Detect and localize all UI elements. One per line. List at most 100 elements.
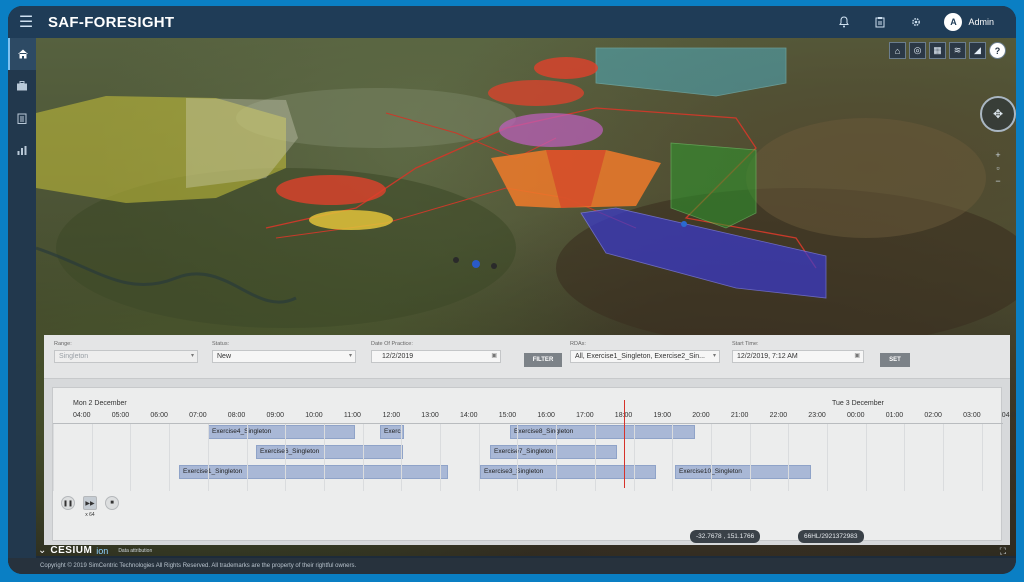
hour-label: 03:00: [963, 412, 981, 419]
hour-label: 09:00: [266, 412, 285, 419]
user-menu[interactable]: A Admin: [944, 13, 994, 31]
hour-label: 22:00: [769, 412, 788, 419]
hour-label: 13:00: [421, 412, 439, 419]
map-overlays: [36, 47, 1016, 338]
cesium-credit[interactable]: ⌄ CESIUM ion Data attribution: [38, 544, 152, 557]
exercise-bar[interactable]: Exercise8_Singleton: [510, 425, 695, 439]
exercise-bar[interactable]: Exercise4_Singleton: [208, 425, 355, 439]
grid-line: [981, 424, 983, 491]
data-attribution-link[interactable]: Data attribution: [118, 548, 152, 554]
rdas-select[interactable]: All, Exercise1_Singleton, Exercise2_Sin.…: [570, 350, 720, 363]
exercise-bar[interactable]: Exercise7_Singleton: [490, 445, 617, 459]
grid-line: [169, 424, 171, 491]
grid-line: [362, 424, 364, 491]
grid-line: [91, 424, 93, 491]
exercise-bar[interactable]: Exercise3_Singleton: [480, 465, 656, 479]
hour-label: 11:00: [343, 412, 361, 419]
exercise-bar[interactable]: Exercise1_Singleton: [179, 465, 448, 479]
set-button[interactable]: SET: [880, 353, 910, 367]
hour-label: 17:00: [576, 412, 594, 419]
speed-label: x 64: [85, 512, 95, 518]
status-select[interactable]: New ▾: [212, 350, 356, 363]
hour-label: 06:00: [150, 412, 168, 419]
grid-line: [633, 424, 635, 491]
sidebar-item-analytics[interactable]: [8, 134, 36, 166]
footer: Copyright © 2019 SimCentric Technologies…: [8, 558, 1016, 574]
bar-chart-icon: [17, 146, 27, 155]
status-field: Status: New ▾: [212, 341, 356, 363]
imagery-icon[interactable]: ▦: [929, 42, 946, 59]
bell-icon[interactable]: [836, 14, 852, 30]
chevron-down-icon: ▾: [712, 353, 716, 359]
compass-icon[interactable]: ✥: [980, 96, 1016, 132]
measure-icon[interactable]: ◢: [969, 42, 986, 59]
sidebar-item-reports[interactable]: [8, 102, 36, 134]
exercise-bar[interactable]: Exercise6_Singleton: [256, 445, 403, 459]
grid-line: [943, 424, 945, 491]
grid-line: [246, 424, 248, 491]
start-time-input[interactable]: 12/2/2019, 7:12 AM ▣: [732, 350, 864, 363]
hour-label: 12:00: [382, 412, 401, 419]
control-panel: Range: Singleton ▾ Status: New ▾ Date Of…: [44, 335, 1016, 545]
rdas-field: RDAs: All, Exercise1_Singleton, Exercise…: [570, 341, 720, 363]
stop-icon[interactable]: ■: [105, 496, 119, 510]
zoom-out-icon[interactable]: −: [994, 176, 1002, 186]
grid-line: [865, 424, 867, 491]
zoom-in-icon[interactable]: +: [994, 150, 1002, 160]
filter-bar: Range: Singleton ▾ Status: New ▾ Date Of…: [44, 335, 1010, 379]
hour-label: 10:00: [305, 412, 323, 419]
layers-icon[interactable]: ≋: [949, 42, 966, 59]
grid-line: [53, 424, 54, 491]
pause-icon[interactable]: ❚❚: [61, 496, 75, 510]
zoom-reset-icon[interactable]: ▫: [994, 163, 1002, 173]
range-select[interactable]: Singleton ▾: [54, 350, 198, 363]
chevron-down-icon: ▾: [190, 353, 194, 359]
avatar: A: [944, 13, 963, 31]
app-title: SAF-FORESIGHT: [48, 13, 175, 31]
time-axis: [53, 423, 1003, 424]
exercise-timeline[interactable]: Mon 2 December Tue 3 December Exercise4_…: [52, 387, 1016, 541]
calendar-icon[interactable]: ▣: [491, 351, 497, 362]
grid-line: [672, 424, 674, 491]
grid-line: [594, 424, 596, 491]
chevron-down-icon[interactable]: ⌄: [38, 545, 46, 556]
grid-line: [285, 424, 287, 491]
calendar-icon[interactable]: ▣: [854, 351, 860, 362]
grid-line: [323, 424, 325, 491]
grid-line: [478, 424, 480, 491]
grid-line: [517, 424, 519, 491]
globe-icon[interactable]: ◎: [909, 42, 926, 59]
sidebar-item-home[interactable]: [8, 38, 36, 70]
start-time-field: Start Time: 12/2/2019, 7:12 AM ▣: [732, 341, 864, 363]
grid-line: [710, 424, 712, 491]
day-label: Tue 3 December: [832, 400, 884, 407]
exercise-bar[interactable]: Exercise10_Singleton: [675, 465, 811, 479]
hour-label: 21:00: [730, 412, 749, 419]
home-view-icon[interactable]: ⌂: [889, 42, 906, 59]
date-input[interactable]: 12/2/2019 ▣: [371, 350, 501, 363]
hour-label: 15:00: [498, 412, 517, 419]
grid-line: [440, 424, 441, 491]
grid-line: [788, 424, 790, 491]
sidebar-item-exercises[interactable]: [8, 70, 36, 102]
clipboard-icon[interactable]: [872, 14, 888, 30]
fast-forward-icon[interactable]: ▶▶: [83, 496, 97, 510]
grid-line: [749, 424, 751, 491]
cesium-ion-label: ion: [96, 545, 109, 556]
coordinates-readout: -32.7678 , 151.1766: [690, 530, 761, 543]
hour-label: 16:00: [537, 412, 555, 419]
home-icon: [18, 49, 28, 59]
hour-label: 05:00: [111, 412, 130, 419]
gear-icon[interactable]: [908, 14, 924, 30]
filter-button[interactable]: FILTER: [524, 353, 562, 367]
hamburger-icon[interactable]: ☰: [8, 6, 44, 38]
hour-label: 14:00: [460, 412, 478, 419]
fullscreen-icon[interactable]: ⛶: [1000, 546, 1006, 557]
chevron-down-icon: ▾: [348, 353, 352, 359]
grid-line: [556, 424, 558, 491]
sidebar: [8, 38, 36, 574]
user-name: Admin: [968, 17, 994, 27]
help-icon[interactable]: ?: [989, 42, 1006, 59]
top-bar: ☰ SAF-FORESIGHT A Admin: [8, 6, 1016, 38]
date-field: Date Of Practice: 12/2/2019 ▣: [371, 341, 501, 363]
